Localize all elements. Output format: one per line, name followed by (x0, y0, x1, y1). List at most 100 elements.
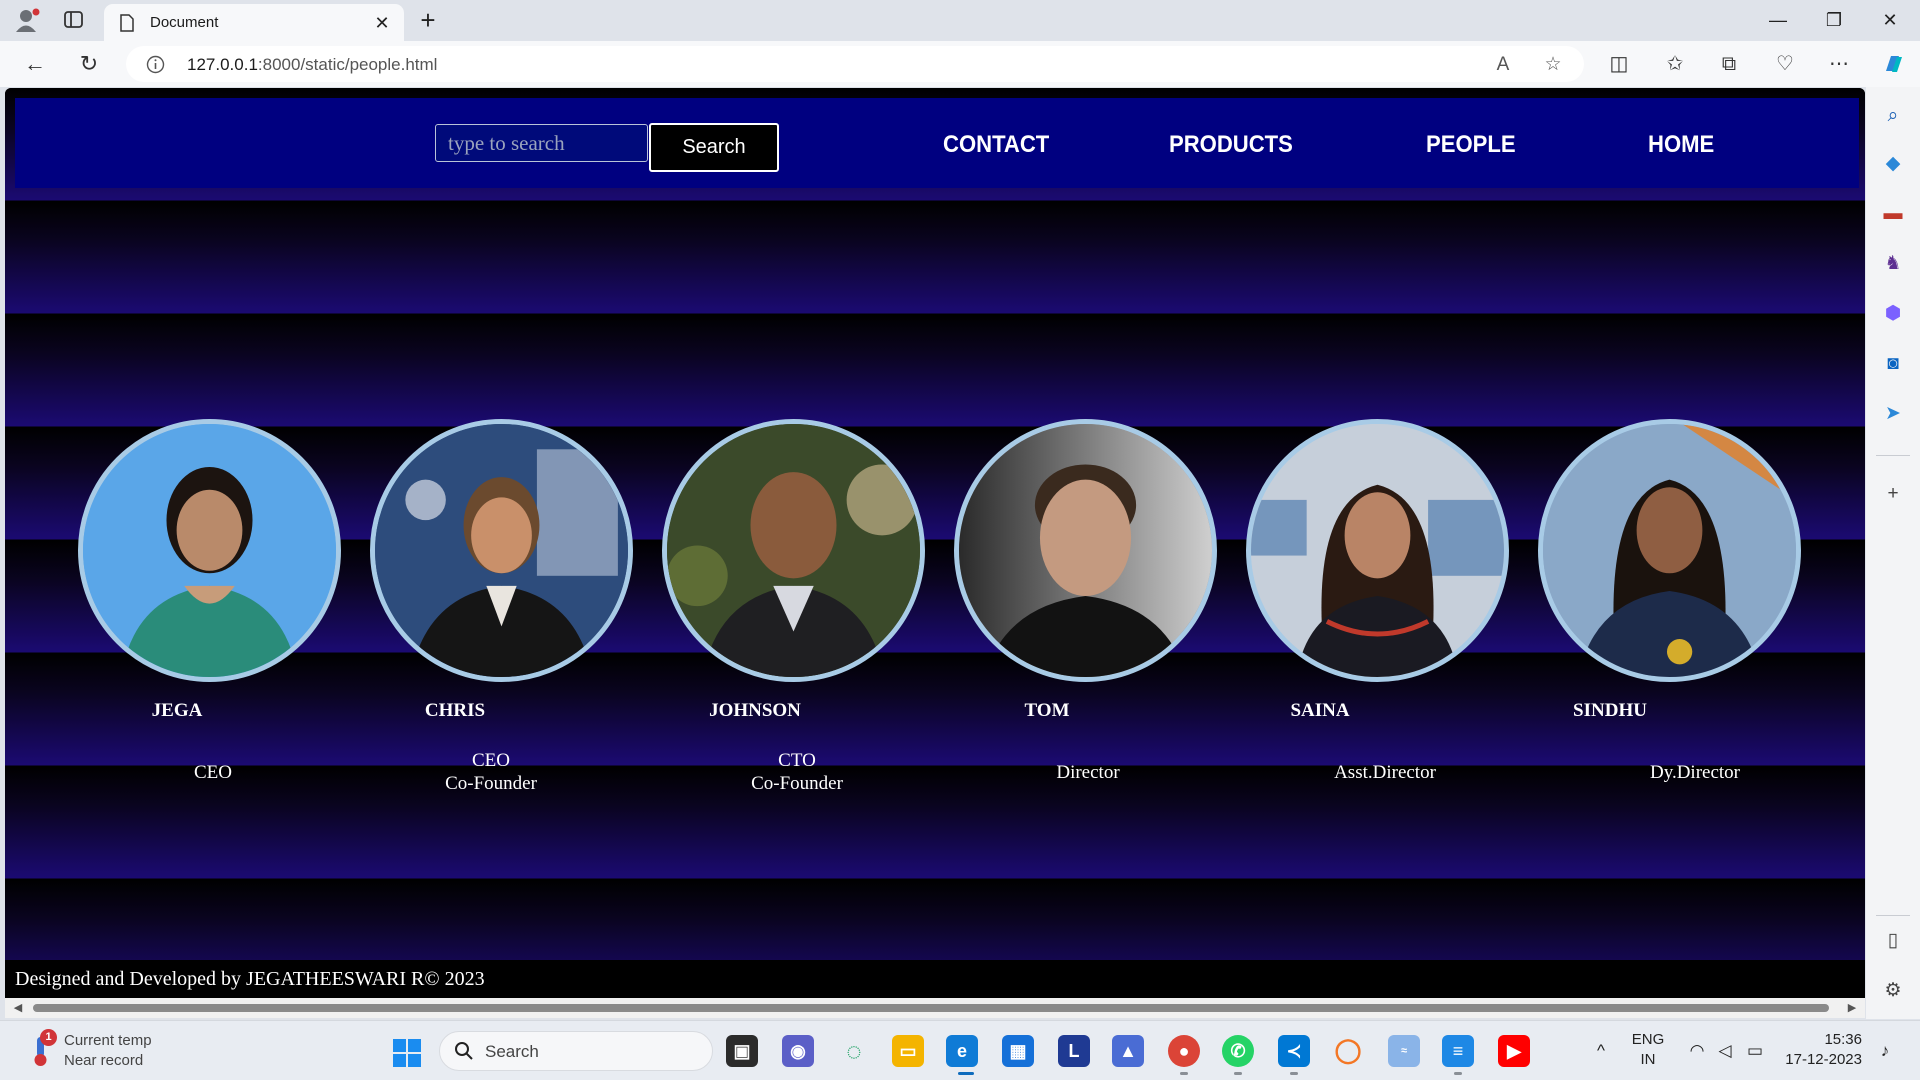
copilot-icon[interactable] (1878, 49, 1908, 79)
person-photo-sindhu (1538, 419, 1801, 682)
scroll-left-icon[interactable]: ◀ (11, 1001, 25, 1015)
send-icon[interactable]: ➤ (1880, 401, 1906, 427)
role-line: CTO (778, 750, 816, 771)
search-icon[interactable]: ⌕ (1880, 103, 1906, 129)
outlook-icon[interactable]: ◙ (1880, 351, 1906, 377)
restore-icon[interactable]: ❐ (1814, 6, 1854, 34)
nav-link-home[interactable]: HOME (1648, 131, 1714, 159)
vscode-icon[interactable]: ≺ (1278, 1035, 1310, 1067)
windows-taskbar: 1 Current temp Near record Search ▣ ◉ ◌ … (0, 1020, 1920, 1080)
person-name-tom: TOM (1024, 700, 1070, 721)
read-aloud-icon[interactable]: A (1492, 54, 1514, 76)
nav-link-products[interactable]: PRODUCTS (1169, 131, 1293, 159)
scrollbar-thumb[interactable] (33, 1004, 1829, 1012)
collections-icon[interactable]: ⧉ (1714, 49, 1744, 79)
nav-link-contact[interactable]: CONTACT (943, 131, 1049, 159)
clock-time[interactable]: 15:36 (1780, 1031, 1862, 1048)
browser-tab[interactable]: Document ✕ (104, 4, 404, 41)
person-role-saina: Asst.Director (1275, 761, 1495, 784)
site-info-icon[interactable] (146, 55, 165, 74)
copilot-icon[interactable]: ⬢ (1880, 301, 1906, 327)
site-footer: Designed and Developed by JEGATHEESWARI … (5, 960, 1865, 1000)
profile-icon[interactable] (14, 7, 42, 33)
chrome-icon[interactable]: ● (1168, 1035, 1200, 1067)
active-app-indicator (958, 1072, 974, 1075)
sidebar-divider (1876, 915, 1910, 916)
toolbox-icon[interactable]: ▬ (1880, 201, 1906, 227)
search-input[interactable] (435, 124, 648, 162)
clock-date[interactable]: 17-12-2023 (1780, 1051, 1862, 1068)
person-role-sindhu: Dy.Director (1585, 761, 1805, 784)
search-button[interactable]: Search (649, 123, 779, 172)
taskbar-search[interactable]: Search (439, 1031, 713, 1071)
person-photo-chris (370, 419, 633, 682)
file-explorer-icon[interactable]: ▭ (892, 1035, 924, 1067)
running-app-indicator (1290, 1072, 1298, 1075)
camu-icon[interactable]: ≈ (1388, 1035, 1420, 1067)
nav-link-people[interactable]: PEOPLE (1426, 131, 1516, 159)
person-name-saina: SAINA (1290, 700, 1350, 721)
volume-icon[interactable]: ◁ (1714, 1040, 1736, 1062)
url-text[interactable]: 127.0.0.1:8000/static/people.html (187, 55, 437, 75)
back-icon[interactable]: ← (20, 49, 50, 79)
tag-icon[interactable]: ◆ (1880, 151, 1906, 177)
split-screen-icon[interactable]: ◫ (1604, 49, 1634, 79)
tab-actions-icon[interactable] (62, 9, 86, 31)
horizontal-scrollbar[interactable]: ◀ ▶ (5, 998, 1865, 1018)
minimize-icon[interactable]: — (1758, 6, 1798, 34)
chevron-up-icon[interactable]: ^ (1590, 1040, 1612, 1062)
favorites-icon[interactable]: ✩ (1660, 49, 1690, 79)
windows-start-icon[interactable] (392, 1038, 422, 1068)
person-name-jega: JEGA (151, 700, 203, 721)
tab-title: Document (150, 14, 219, 31)
notepad-icon[interactable]: ≡ (1442, 1035, 1474, 1067)
chess-icon[interactable]: ♞ (1880, 251, 1906, 277)
refresh-icon[interactable]: ↻ (74, 49, 104, 79)
browser-essentials-icon[interactable]: ♡ (1770, 49, 1800, 79)
edge-sidebar: ⌕ ◆ ▬ ♞ ⬢ ◙ ➤ + ▯ ⚙ (1866, 87, 1920, 1019)
role-line: CEO (194, 762, 232, 783)
wifi-icon[interactable]: ◠ (1686, 1040, 1708, 1062)
role-line: CEO (472, 750, 510, 771)
person-role-tom: Director (978, 761, 1198, 784)
language-indicator[interactable]: ENG (1628, 1031, 1668, 1048)
new-tab-button[interactable]: + (414, 6, 442, 34)
battery-icon[interactable]: ▭ (1744, 1040, 1766, 1062)
jupyter-icon[interactable]: ◯ (1332, 1035, 1364, 1067)
person-photo-tom (954, 419, 1217, 682)
weather-subtitle[interactable]: Near record (64, 1052, 143, 1069)
l-app-icon[interactable]: L (1058, 1035, 1090, 1067)
more-menu-icon[interactable]: ⋯ (1824, 49, 1854, 79)
circle-app-icon[interactable]: ◌ (838, 1035, 870, 1067)
favorite-star-icon[interactable]: ☆ (1542, 54, 1564, 76)
store-icon[interactable]: ▦ (1002, 1035, 1034, 1067)
task-view-icon[interactable]: ▣ (726, 1035, 758, 1067)
sidebar-icon[interactable]: ▯ (1880, 928, 1906, 954)
site-navbar: Search CONTACT PRODUCTS PEOPLE HOME (15, 98, 1859, 188)
sidebar-divider (1876, 455, 1910, 456)
footer-credit: Designed and Developed by JEGATHEESWARI … (15, 968, 485, 990)
close-window-icon[interactable]: ✕ (1870, 6, 1910, 34)
region-indicator[interactable]: IN (1628, 1051, 1668, 1068)
tab-strip: Document ✕ + — ❐ ✕ (0, 0, 1920, 41)
prisma-icon[interactable]: ▲ (1112, 1035, 1144, 1067)
person-role-johnson: CTO Co-Founder (687, 749, 907, 795)
person-name-chris: CHRIS (424, 700, 486, 721)
running-app-indicator (1180, 1072, 1188, 1075)
edge-icon[interactable]: e (946, 1035, 978, 1067)
scroll-right-icon[interactable]: ▶ (1845, 1001, 1859, 1015)
chat-icon[interactable]: ◉ (782, 1035, 814, 1067)
settings-icon[interactable]: ⚙ (1880, 978, 1906, 1004)
close-tab-icon[interactable]: ✕ (372, 13, 392, 33)
weather-title[interactable]: Current temp (64, 1032, 152, 1049)
browser-toolbar: ← ↻ 127.0.0.1:8000/static/people.html A … (0, 41, 1920, 87)
address-bar[interactable]: 127.0.0.1:8000/static/people.html A ☆ (126, 46, 1584, 82)
running-app-indicator (1454, 1072, 1462, 1075)
role-line: Co-Founder (445, 773, 537, 794)
notification-bell-icon[interactable]: ♪ (1874, 1040, 1896, 1062)
youtube-icon[interactable]: ▶ (1498, 1035, 1530, 1067)
add-icon[interactable]: + (1880, 481, 1906, 507)
person-photo-johnson (662, 419, 925, 682)
role-line: Asst.Director (1334, 762, 1436, 783)
whatsapp-icon[interactable]: ✆ (1222, 1035, 1254, 1067)
